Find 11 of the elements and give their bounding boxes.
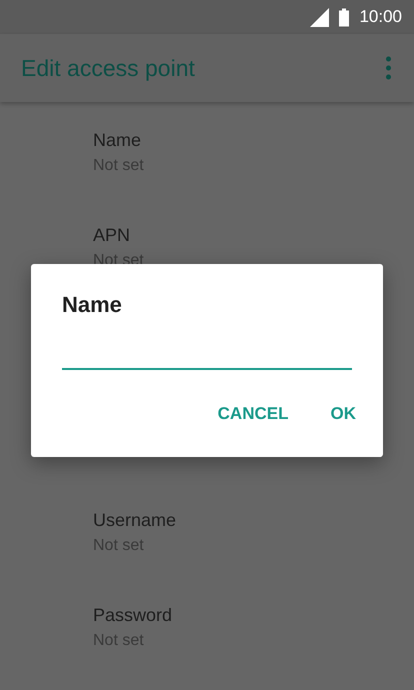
ok-button[interactable]: OK — [320, 396, 366, 432]
status-time: 10:00 — [359, 7, 402, 27]
battery-icon — [339, 8, 350, 26]
setting-label[interactable]: Password — [93, 603, 414, 627]
setting-label[interactable]: APN — [93, 223, 414, 247]
screen-title: Edit access point — [21, 54, 195, 82]
cancel-button[interactable]: CANCEL — [208, 396, 298, 432]
setting-label[interactable]: Name — [93, 128, 414, 152]
dialog-title: Name — [62, 292, 123, 318]
setting-label[interactable]: Username — [93, 508, 414, 532]
signal-icon — [310, 8, 330, 26]
